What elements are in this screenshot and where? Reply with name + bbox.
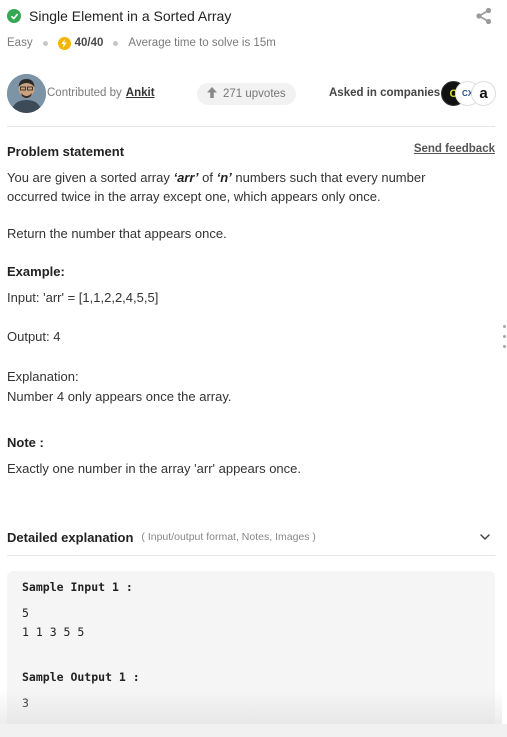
contributor-name-link[interactable]: Ankit (126, 87, 155, 99)
statement-text: of (198, 170, 217, 185)
share-icon[interactable] (475, 7, 493, 25)
asked-in-companies-label: Asked in companies (329, 87, 441, 99)
amazon-logo-icon[interactable]: a (471, 81, 496, 106)
problem-panel: Single Element in a Sorted Array Easy 40… (0, 0, 502, 724)
sample-input-line: 1 1 3 5 5 (22, 625, 85, 639)
divider (7, 126, 495, 127)
title-row: Single Element in a Sorted Array (7, 5, 495, 27)
problem-title: Single Element in a Sorted Array (29, 8, 232, 24)
note-text: Exactly one number in the array 'arr' ap… (7, 461, 302, 476)
resize-handle[interactable] (503, 325, 507, 353)
scroll-fade-overlay (0, 690, 502, 724)
explanation-heading: Explanation: (7, 369, 79, 384)
n-variable: ‘n’ (216, 170, 232, 185)
contributor-text: Contributed by Ankit (47, 87, 155, 99)
example-output: Output: 4 (7, 329, 61, 344)
statement-paragraph: You are given a sorted array ‘arr’ of ‘n… (7, 168, 477, 206)
chevron-down-icon[interactable] (479, 530, 491, 542)
detailed-explanation-title: Detailed explanation (7, 529, 134, 545)
arr-variable: ‘arr’ (173, 170, 199, 185)
average-time: Average time to solve is 15m (128, 37, 276, 49)
statement-text: You are given a sorted array (7, 170, 174, 185)
sample-input-label: Sample Input 1 : (22, 580, 133, 594)
upvote-arrow-icon (207, 87, 217, 101)
separator-dot (42, 40, 48, 46)
sample-input-line: 5 (22, 606, 29, 620)
difficulty-label: Easy (7, 37, 33, 49)
sample-output-label: Sample Output 1 : (22, 670, 140, 684)
lightning-icon (57, 36, 71, 50)
meta-row: Easy 40/40 Average time to solve is 15m (7, 35, 276, 51)
score-value: 40/40 (74, 37, 104, 49)
return-statement: Return the number that appears once. (7, 226, 227, 241)
contributed-by-label: Contributed by (47, 87, 122, 99)
detailed-explanation-subtitle: ( Input/output format, Notes, Images ) (141, 531, 316, 543)
upvote-count: 271 upvotes (223, 88, 286, 100)
detailed-explanation-toggle[interactable]: Detailed explanation ( Input/output form… (7, 526, 495, 548)
send-feedback-link[interactable]: Send feedback (414, 143, 495, 155)
avatar (7, 74, 46, 113)
bottom-strip (0, 724, 507, 737)
upvote-button[interactable]: 271 upvotes (197, 83, 296, 105)
explanation-text: Number 4 only appears once the array. (7, 389, 232, 404)
separator-dot (113, 40, 119, 46)
contributor-row: Contributed by Ankit 271 upvotes Asked in… (7, 74, 497, 114)
company-logos[interactable]: C CX a (441, 81, 497, 107)
divider (7, 555, 495, 556)
problem-statement-heading: Problem statement (7, 144, 125, 159)
solved-check-icon (7, 9, 21, 23)
example-input: Input: 'arr' = [1,1,2,2,4,5,5] (7, 290, 159, 305)
note-heading: Note : (7, 435, 44, 450)
example-heading: Example: (7, 264, 65, 279)
